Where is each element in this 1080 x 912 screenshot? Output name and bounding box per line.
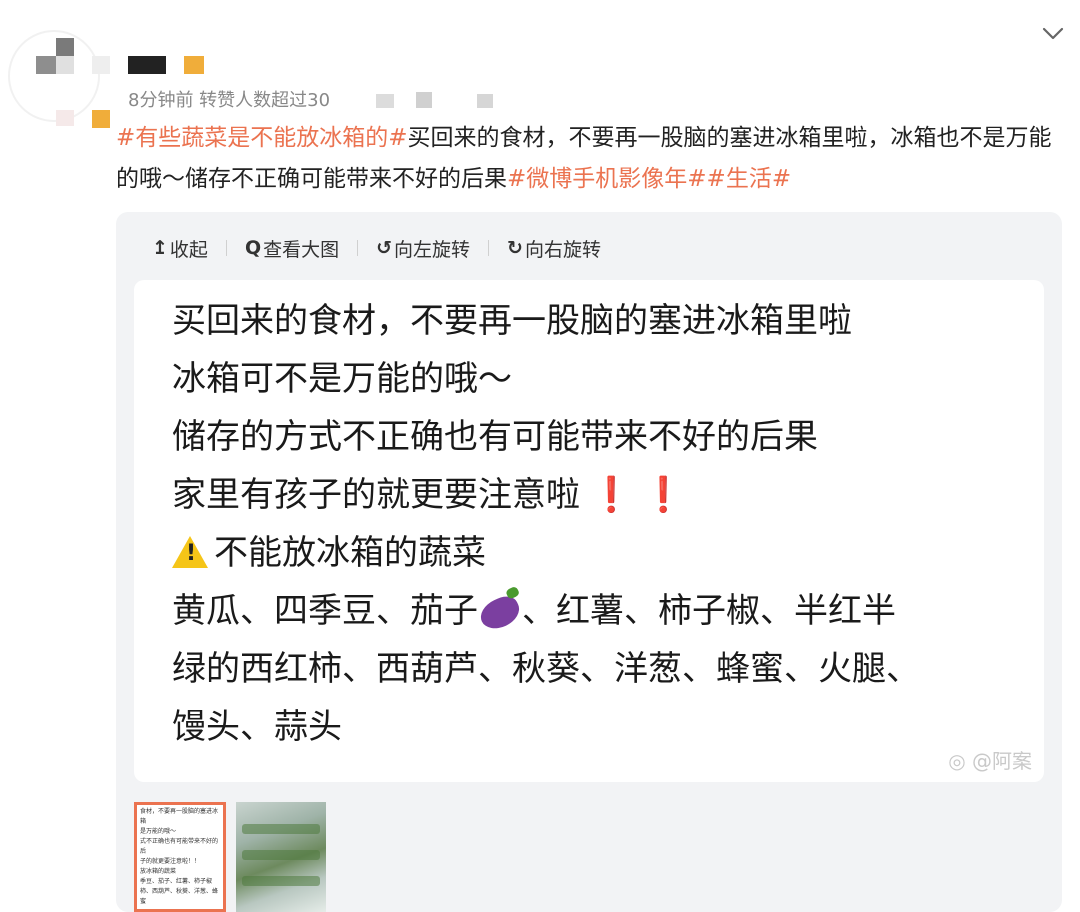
image-line-text: 、红薯、柿子椒、半红半 — [522, 591, 896, 631]
thumb-line: 食材，不要再一股脑的塞进冰箱 — [140, 808, 219, 825]
vip-badge — [92, 110, 110, 128]
warning-icon: ! — [172, 536, 208, 568]
avatar-pixel — [92, 56, 110, 74]
thumb-line: 季豆、茄子、红薯、柿子椒 — [140, 878, 213, 885]
thumb-line: 式不正确也有可能带来不好的后 — [140, 838, 219, 855]
image-toolbar: ↥ 收起 Q 查看大图 ↺ 向左旋转 ↻ 向右旋转 — [152, 234, 601, 262]
hashtag-link[interactable]: #生活# — [707, 166, 792, 192]
username-redacted[interactable] — [128, 56, 166, 74]
rotate-left-label: 向左旋转 — [394, 238, 471, 261]
search-icon: Q — [244, 237, 262, 259]
thumb-line: 放冰箱的蔬菜 — [140, 868, 177, 875]
thumb-line: 子的就更要注意啦！！ — [140, 858, 201, 865]
thumb-line: 柿、西葫芦、秋葵、洋葱、蜂蜜 — [140, 888, 219, 905]
image-line: 黄瓜、四季豆、茄子 、红薯、柿子椒、半红半 — [172, 582, 920, 640]
exclamation-icon: ❗ — [590, 475, 633, 515]
image-viewer-card: ↥ 收起 Q 查看大图 ↺ 向左旋转 ↻ 向右旋转 买回来的食材，不要再一股脑的… — [116, 212, 1062, 912]
redacted-block — [477, 94, 494, 108]
thumbnail-fridge-photo[interactable] — [236, 802, 326, 912]
avatar[interactable] — [8, 30, 100, 122]
image-line: 馒头、蒜头 — [172, 707, 342, 747]
hashtag-link[interactable]: #有些蔬菜是不能放冰箱的# — [116, 125, 408, 151]
avatar-pixel — [36, 56, 56, 74]
rotate-right-button[interactable]: ↻ 向右旋转 — [507, 235, 601, 262]
redacted-block — [375, 94, 394, 108]
photo-shelf — [242, 876, 320, 886]
redacted-block — [415, 92, 432, 108]
avatar-pixel — [56, 38, 74, 56]
collapse-label: 收起 — [169, 238, 208, 261]
image-line-text: 家里有孩子的就更要注意啦 — [172, 475, 580, 515]
photo-shelf — [242, 850, 320, 860]
avatar-pixel — [56, 110, 74, 126]
rotate-right-icon: ↻ — [507, 237, 523, 259]
post-meta-text: 8分钟前 转赞人数超过30 — [128, 90, 331, 111]
image-line: 绿的西红柿、西葫芦、秋葵、洋葱、蜂蜜、火腿、 — [172, 649, 920, 689]
photo-shelf — [242, 824, 320, 834]
avatar-pixel — [56, 56, 74, 74]
weibo-logo-icon: ◎ — [948, 749, 972, 773]
post-meta: 8分钟前 转赞人数超过30 — [128, 86, 494, 112]
chevron-down-icon[interactable] — [1040, 20, 1066, 46]
toolbar-divider — [225, 240, 227, 256]
arrow-up-icon: ↥ — [152, 237, 168, 259]
watermark-text: @阿案 — [972, 749, 1032, 773]
image-line: 家里有孩子的就更要注意啦 ❗ ❗ — [172, 466, 920, 524]
collapse-button[interactable]: ↥ 收起 — [152, 235, 208, 262]
image-line: ! 不能放冰箱的蔬菜 — [172, 524, 920, 582]
post-text: #有些蔬菜是不能放冰箱的#买回来的食材，不要再一股脑的塞进冰箱里啦，冰箱也不是万… — [116, 118, 1066, 200]
toolbar-divider — [357, 240, 359, 256]
image-line: 储存的方式不正确也有可能带来不好的后果 — [172, 417, 818, 457]
rotate-left-button[interactable]: ↺ 向左旋转 — [376, 235, 470, 262]
thumb-line: 是万能的哦～ — [140, 828, 177, 835]
eggplant-icon — [475, 591, 525, 634]
toolbar-divider — [488, 240, 490, 256]
image-line: 买回来的食材，不要再一股脑的塞进冰箱里啦 — [172, 301, 852, 341]
post-image[interactable]: 买回来的食材，不要再一股脑的塞进冰箱里啦 冰箱可不是万能的哦～ 储存的方式不正确… — [134, 280, 1044, 782]
watermark: ◎ @阿案 — [948, 745, 1032, 774]
rotate-right-label: 向右旋转 — [524, 238, 601, 261]
rotate-left-icon: ↺ — [376, 237, 393, 259]
image-line-text: 黄瓜、四季豆、茄子 — [172, 591, 478, 631]
exclamation-icon: ❗ — [642, 475, 685, 515]
image-line-text: 不能放冰箱的蔬菜 — [214, 533, 486, 573]
image-line: 冰箱可不是万能的哦～ — [172, 359, 512, 399]
hashtag-link[interactable]: #微博手机影像年# — [507, 166, 707, 192]
thumbnail-selected[interactable]: 食材，不要再一股脑的塞进冰箱 是万能的哦～ 式不正确也有可能带来不好的后 子的就… — [134, 802, 226, 912]
image-text: 买回来的食材，不要再一股脑的塞进冰箱里啦 冰箱可不是万能的哦～ 储存的方式不正确… — [172, 292, 920, 756]
view-large-label: 查看大图 — [263, 238, 340, 261]
vip-badge — [184, 56, 204, 74]
view-large-button[interactable]: Q 查看大图 — [245, 235, 339, 262]
